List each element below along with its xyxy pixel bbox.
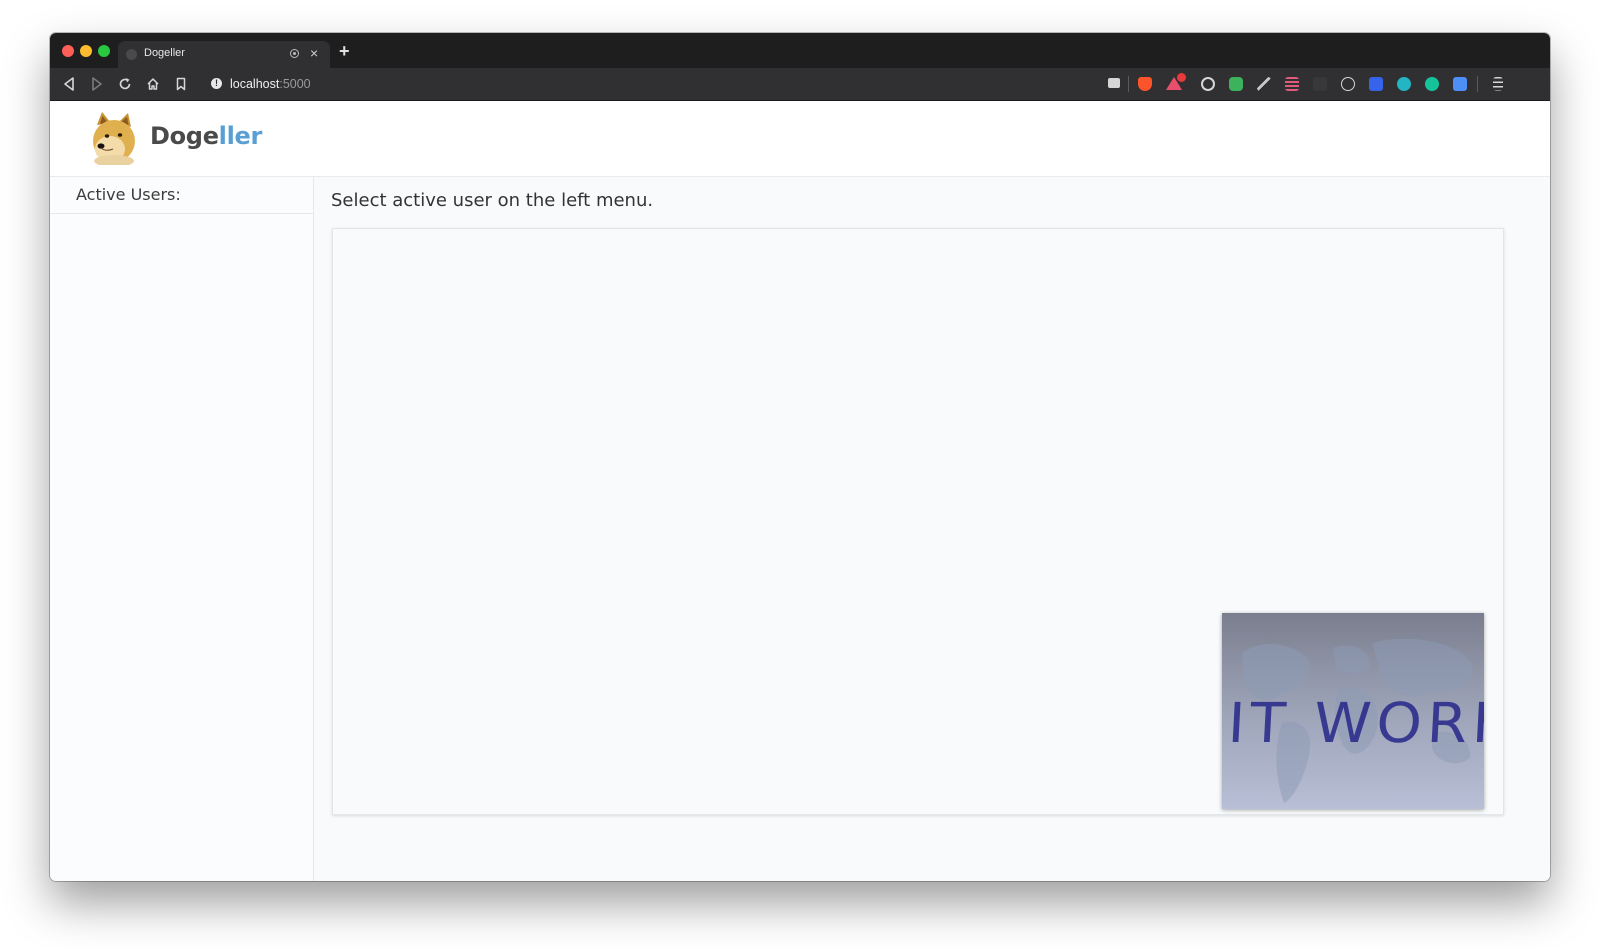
address-bar[interactable]: ! localhost:5000 xyxy=(203,72,1103,96)
url-port: :5000 xyxy=(279,77,311,91)
sidebar-header: Active Users: xyxy=(50,177,313,214)
select-user-prompt: Select active user on the left menu. xyxy=(331,190,654,211)
app-header: Dogeller xyxy=(50,101,1550,177)
maximize-window-button[interactable] xyxy=(98,45,110,57)
back-button[interactable] xyxy=(60,75,78,93)
menu-icon[interactable] xyxy=(1493,77,1503,91)
target-extension-icon[interactable] xyxy=(1201,77,1215,91)
pen-extension-icon[interactable] xyxy=(1257,77,1271,91)
local-video-preview: IT WORKS xyxy=(1222,613,1484,809)
react-devtools-icon[interactable] xyxy=(1341,77,1355,91)
audio-indicator-icon[interactable] xyxy=(290,49,299,58)
browser-toolbar: ! localhost:5000 xyxy=(50,68,1550,101)
sidebar: Active Users: xyxy=(50,177,314,881)
dark-extension-icon[interactable] xyxy=(1313,77,1327,91)
favicon-icon xyxy=(126,49,137,60)
brave-shield-icon[interactable] xyxy=(1138,77,1152,91)
doge-logo xyxy=(88,111,140,167)
blue-extension-icon[interactable] xyxy=(1369,77,1383,91)
teal-extension-icon[interactable] xyxy=(1397,77,1411,91)
forward-icon xyxy=(92,77,102,91)
grammarly-icon[interactable] xyxy=(1425,77,1439,91)
brand-wordmark: Dogeller xyxy=(150,122,262,150)
active-users-title: Active Users: xyxy=(76,185,181,204)
forward-button[interactable] xyxy=(88,75,106,93)
stack-extension-icon[interactable] xyxy=(1285,77,1299,91)
back-icon xyxy=(64,77,74,91)
new-tab-button[interactable]: + xyxy=(339,42,350,60)
rewards-badge-icon xyxy=(1177,73,1186,82)
tab-close-button[interactable]: × xyxy=(310,45,318,61)
bookmark-button[interactable] xyxy=(172,75,190,93)
main-content: Select active user on the left menu. IT … xyxy=(314,177,1550,881)
reload-icon xyxy=(119,78,131,90)
browser-window: Dogeller × + ! localhost:5000 Dogeller A… xyxy=(50,33,1550,881)
toolbar-separator xyxy=(1477,76,1478,92)
browser-tab[interactable]: Dogeller × xyxy=(118,41,330,68)
home-button[interactable] xyxy=(144,75,162,93)
green-extension-icon[interactable] xyxy=(1229,77,1243,91)
home-icon xyxy=(147,78,159,90)
bookmark-icon xyxy=(176,77,186,91)
camera-icon[interactable] xyxy=(1108,78,1120,88)
brand-part-ller: ller xyxy=(218,122,263,150)
toolbar-separator xyxy=(1128,76,1129,92)
tab-title: Dogeller xyxy=(144,47,185,59)
reload-button[interactable] xyxy=(116,75,134,93)
close-window-button[interactable] xyxy=(62,45,74,57)
info-icon[interactable]: ! xyxy=(211,78,222,89)
url-host: localhost xyxy=(230,77,280,91)
it-works-sign: IT WORKS xyxy=(1226,690,1484,756)
remote-video-panel: IT WORKS xyxy=(332,228,1504,815)
title-bar: Dogeller × + xyxy=(50,33,1550,68)
url-text: localhost:5000 xyxy=(230,77,311,91)
translate-icon[interactable] xyxy=(1453,77,1467,91)
minimize-window-button[interactable] xyxy=(80,45,92,57)
brand-part-doge: Doge xyxy=(150,122,219,150)
